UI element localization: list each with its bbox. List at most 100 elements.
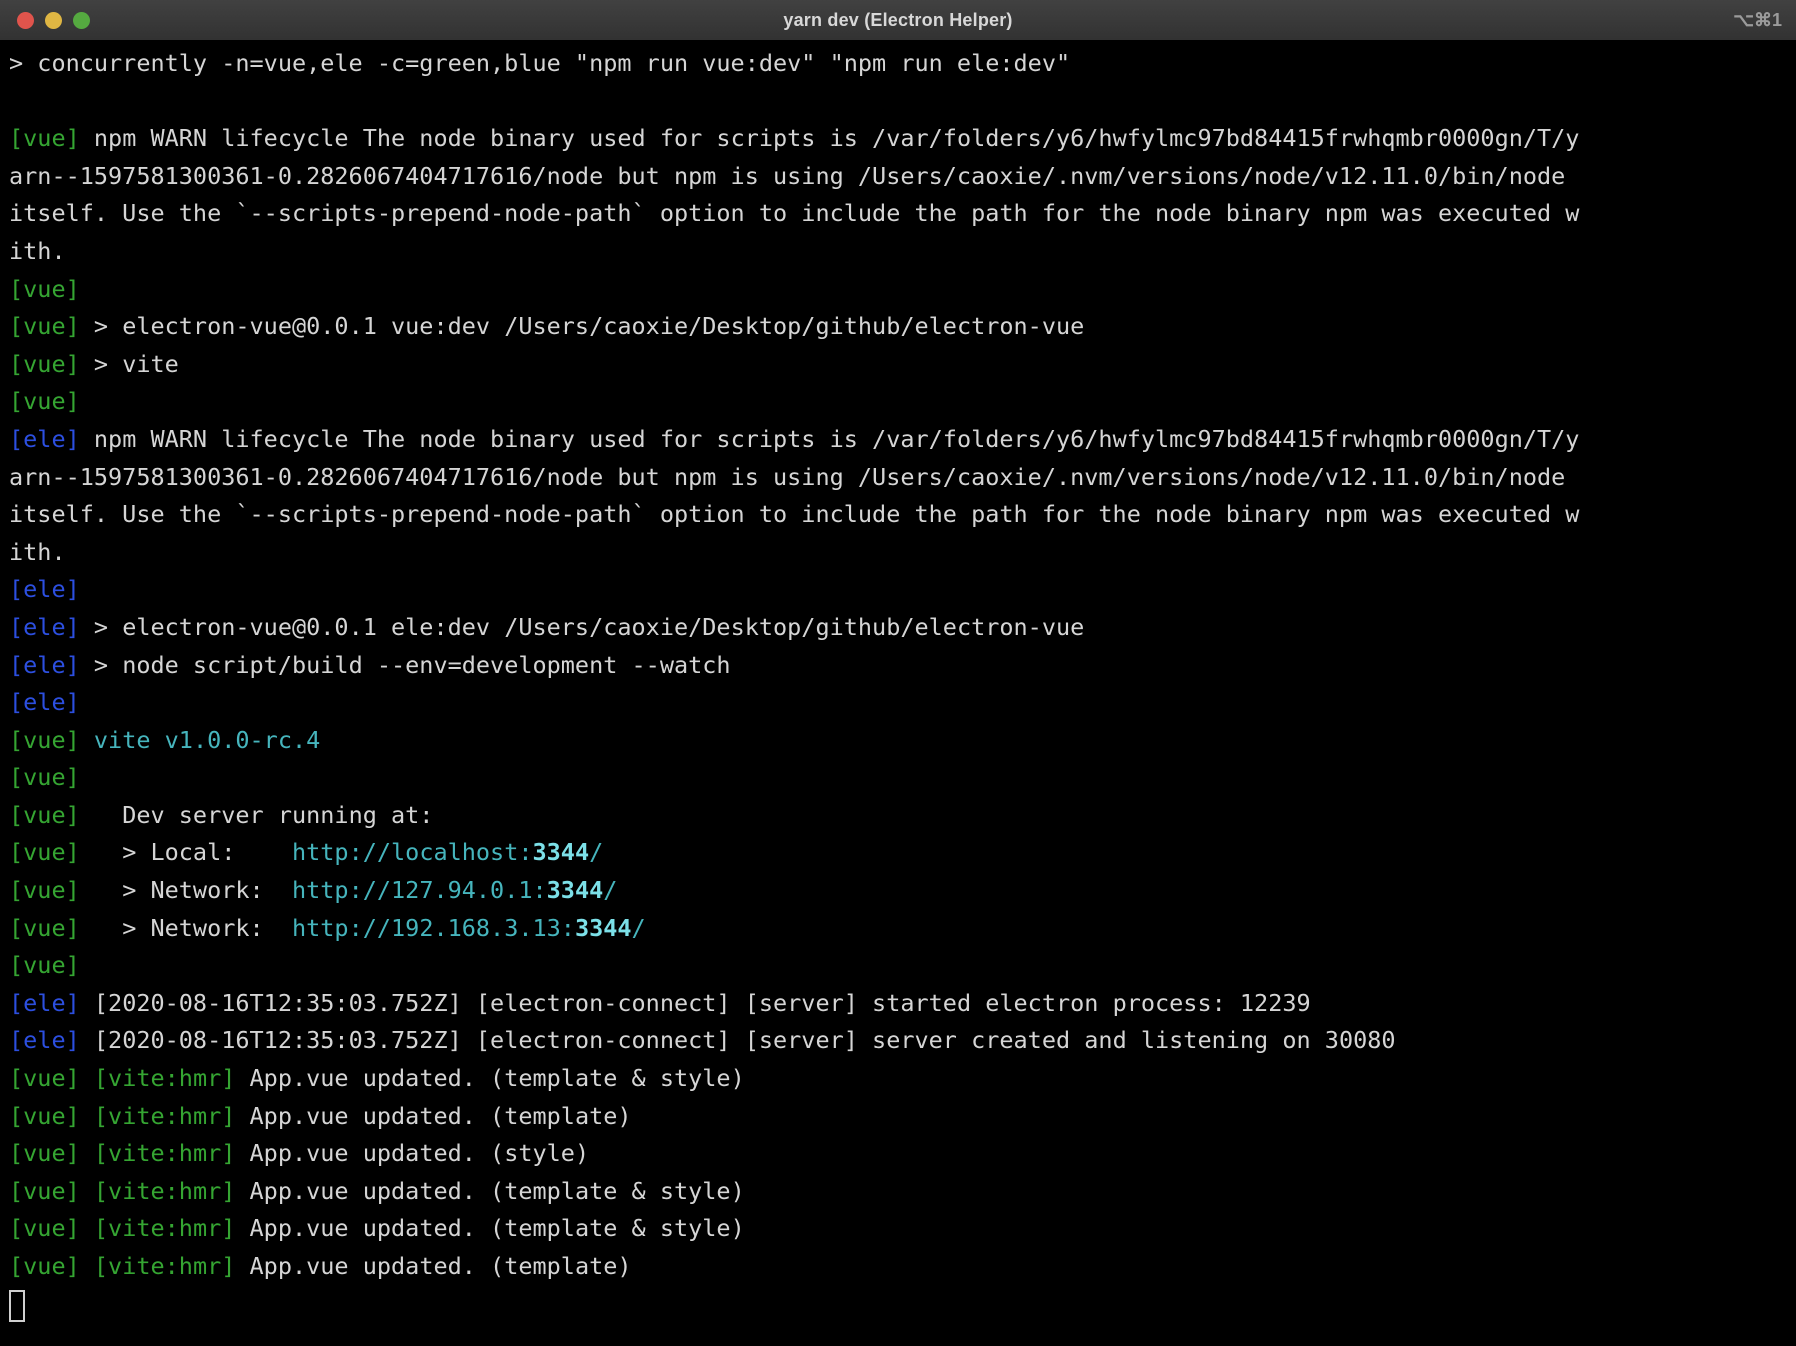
window-title: yarn dev (Electron Helper): [0, 10, 1796, 31]
terminal-text-segment: > electron-vue@0.0.1 vue:dev /Users/caox…: [80, 312, 1085, 340]
terminal-text-segment: [vue]: [9, 914, 80, 942]
terminal-text-segment: [vue]: [9, 275, 80, 303]
terminal-line: arn--1597581300361-0.2826067404717616/no…: [9, 459, 1796, 497]
terminal-text-segment: /: [632, 914, 646, 942]
terminal-text-segment: npm WARN lifecycle The node binary used …: [80, 124, 1580, 152]
terminal-text-segment: [vue]: [9, 350, 80, 378]
terminal-text-segment: App.vue updated. (template & style): [235, 1177, 744, 1205]
terminal-line: [ele] npm WARN lifecycle The node binary…: [9, 421, 1796, 459]
terminal-line: [vue] [vite:hmr] App.vue updated. (templ…: [9, 1210, 1796, 1248]
terminal-text-segment: [vite:hmr]: [94, 1102, 235, 1130]
terminal-text-segment: > Network:: [80, 914, 292, 942]
terminal-line: [vue] [vite:hmr] App.vue updated. (style…: [9, 1135, 1796, 1173]
terminal-text-segment: [80, 1064, 94, 1092]
terminal-text-segment: App.vue updated. (style): [235, 1139, 589, 1167]
terminal-text-segment: 3344: [533, 838, 590, 866]
terminal-text-segment: [2020-08-16T12:35:03.752Z] [electron-con…: [80, 1026, 1396, 1054]
terminal-text-segment: [ele]: [9, 575, 80, 603]
terminal-line: [vue] npm WARN lifecycle The node binary…: [9, 120, 1796, 158]
terminal-text-segment: ith.: [9, 237, 66, 265]
terminal-text-segment: [vue]: [9, 1177, 80, 1205]
terminal-text-segment: [ele]: [9, 613, 80, 641]
terminal-text-segment: Dev server running at:: [80, 801, 434, 829]
terminal-line: [9, 1286, 1796, 1324]
terminal-text-segment: > concurrently -n=vue,ele -c=green,blue …: [9, 49, 1070, 77]
terminal-text-segment: [ele]: [9, 1026, 80, 1054]
terminal-text-segment: > vite: [80, 350, 179, 378]
terminal-line: ith.: [9, 534, 1796, 572]
terminal-line: itself. Use the `--scripts-prepend-node-…: [9, 195, 1796, 233]
terminal-line: [ele]: [9, 571, 1796, 609]
terminal-text-segment: ith.: [9, 538, 66, 566]
terminal-line: [vue] vite v1.0.0-rc.4: [9, 722, 1796, 760]
window-shortcut-badge: ⌥⌘1: [1733, 10, 1782, 31]
terminal-line: [vue] > Network: http://127.94.0.1:3344/: [9, 872, 1796, 910]
terminal-text-segment: [vue]: [9, 763, 80, 791]
terminal-line: ith.: [9, 233, 1796, 271]
terminal-line: [vue] [vite:hmr] App.vue updated. (templ…: [9, 1248, 1796, 1286]
terminal-text-segment: [80, 1252, 94, 1280]
terminal-text-segment: [80, 1214, 94, 1242]
terminal-text-segment: [vue]: [9, 124, 80, 152]
terminal-text-segment: [vue]: [9, 951, 80, 979]
terminal-text-segment: vite v1.0.0-rc.4: [94, 726, 320, 754]
terminal-text-segment: [ele]: [9, 989, 80, 1017]
terminal-text-segment: [2020-08-16T12:35:03.752Z] [electron-con…: [80, 989, 1311, 1017]
terminal-text-segment: [vite:hmr]: [94, 1177, 235, 1205]
terminal-line: [ele] [2020-08-16T12:35:03.752Z] [electr…: [9, 1022, 1796, 1060]
terminal-cursor: [9, 1290, 25, 1322]
terminal-line: [vue] > Local: http://localhost:3344/: [9, 834, 1796, 872]
terminal-text-segment: [vue]: [9, 876, 80, 904]
terminal-line: [ele] > electron-vue@0.0.1 ele:dev /User…: [9, 609, 1796, 647]
terminal-line: [ele]: [9, 684, 1796, 722]
terminal-text-segment: itself. Use the `--scripts-prepend-node-…: [9, 199, 1579, 227]
terminal-screen[interactable]: > concurrently -n=vue,ele -c=green,blue …: [0, 41, 1796, 1323]
terminal-line: itself. Use the `--scripts-prepend-node-…: [9, 496, 1796, 534]
terminal-text-segment: [vue]: [9, 838, 80, 866]
terminal-line: [vue] > electron-vue@0.0.1 vue:dev /User…: [9, 308, 1796, 346]
title-bar: yarn dev (Electron Helper) ⌥⌘1: [0, 0, 1796, 41]
terminal-text-segment: /: [589, 838, 603, 866]
terminal-text-segment: [ele]: [9, 688, 80, 716]
terminal-text-segment: 3344: [547, 876, 604, 904]
terminal-line: [vue] > Network: http://192.168.3.13:334…: [9, 910, 1796, 948]
terminal-text-segment: http://localhost:: [292, 838, 533, 866]
terminal-text-segment: [vue]: [9, 1139, 80, 1167]
terminal-line: [vue]: [9, 271, 1796, 309]
terminal-line: [9, 83, 1796, 121]
terminal-text-segment: [80, 1139, 94, 1167]
terminal-line: [vue] [vite:hmr] App.vue updated. (templ…: [9, 1098, 1796, 1136]
terminal-line: > concurrently -n=vue,ele -c=green,blue …: [9, 45, 1796, 83]
terminal-text-segment: [vite:hmr]: [94, 1139, 235, 1167]
terminal-text-segment: App.vue updated. (template): [235, 1252, 631, 1280]
terminal-line: [vue]: [9, 759, 1796, 797]
terminal-line: [vue] [vite:hmr] App.vue updated. (templ…: [9, 1173, 1796, 1211]
terminal-line: [vue] Dev server running at:: [9, 797, 1796, 835]
terminal-text-segment: [80, 1102, 94, 1130]
terminal-text-segment: > node script/build --env=development --…: [80, 651, 731, 679]
terminal-text-segment: [vue]: [9, 801, 80, 829]
terminal-text-segment: http://127.94.0.1:: [292, 876, 547, 904]
terminal-text-segment: [vite:hmr]: [94, 1252, 235, 1280]
terminal-text-segment: App.vue updated. (template & style): [235, 1214, 744, 1242]
terminal-line: [ele] [2020-08-16T12:35:03.752Z] [electr…: [9, 985, 1796, 1023]
terminal-line: [vue]: [9, 383, 1796, 421]
terminal-text-segment: [vue]: [9, 312, 80, 340]
terminal-text-segment: > Network:: [80, 876, 292, 904]
terminal-text-segment: [80, 1177, 94, 1205]
terminal-text-segment: /: [603, 876, 617, 904]
terminal-text-segment: [vite:hmr]: [94, 1064, 235, 1092]
terminal-line: arn--1597581300361-0.2826067404717616/no…: [9, 158, 1796, 196]
terminal-text-segment: [vue]: [9, 387, 80, 415]
terminal-text-segment: [vue]: [9, 1102, 80, 1130]
terminal-line: [vue]: [9, 947, 1796, 985]
terminal-text-segment: [vite:hmr]: [94, 1214, 235, 1242]
terminal-text-segment: > electron-vue@0.0.1 ele:dev /Users/caox…: [80, 613, 1085, 641]
terminal-text-segment: npm WARN lifecycle The node binary used …: [80, 425, 1580, 453]
terminal-line: [vue] [vite:hmr] App.vue updated. (templ…: [9, 1060, 1796, 1098]
terminal-text-segment: [ele]: [9, 425, 80, 453]
terminal-line: [ele] > node script/build --env=developm…: [9, 647, 1796, 685]
terminal-text-segment: [vue]: [9, 726, 80, 754]
terminal-text-segment: itself. Use the `--scripts-prepend-node-…: [9, 500, 1579, 528]
terminal-text-segment: App.vue updated. (template & style): [235, 1064, 744, 1092]
